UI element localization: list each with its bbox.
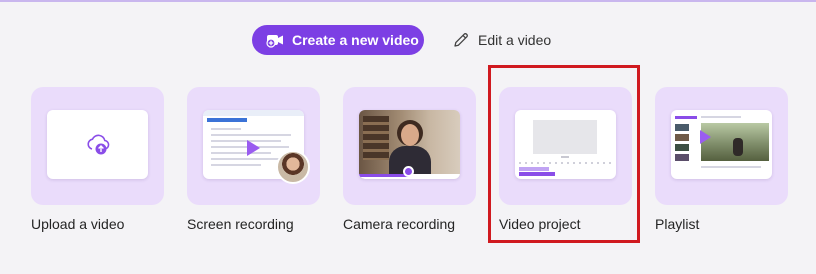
pencil-icon [452,31,470,49]
upload-preview [47,110,148,179]
card-label-screen: Screen recording [187,216,294,232]
card-playlist[interactable] [655,87,788,205]
play-icon [700,130,711,144]
playlist-thumbnail [671,110,772,179]
card-upload-video[interactable] [31,87,164,205]
cloud-upload-icon [84,130,112,163]
webcam-avatar [276,150,310,184]
card-screen-recording[interactable] [187,87,320,205]
card-label-project: Video project [499,216,581,232]
edit-video-button[interactable]: Edit a video [452,28,551,52]
video-add-icon [266,32,284,48]
card-label-camera: Camera recording [343,216,456,232]
create-new-video-button[interactable]: Create a new video [252,25,424,55]
card-camera-recording[interactable] [343,87,476,205]
edit-video-label: Edit a video [478,32,552,48]
camera-recording-thumbnail [359,110,460,179]
card-video-project[interactable] [499,87,632,205]
video-project-thumbnail [515,110,616,179]
top-accent-line [0,0,816,2]
card-label-upload: Upload a video [31,216,125,232]
card-label-playlist: Playlist [655,216,700,232]
record-indicator-icon [403,166,414,177]
create-new-video-label: Create a new video [292,32,419,48]
play-icon [247,140,260,156]
